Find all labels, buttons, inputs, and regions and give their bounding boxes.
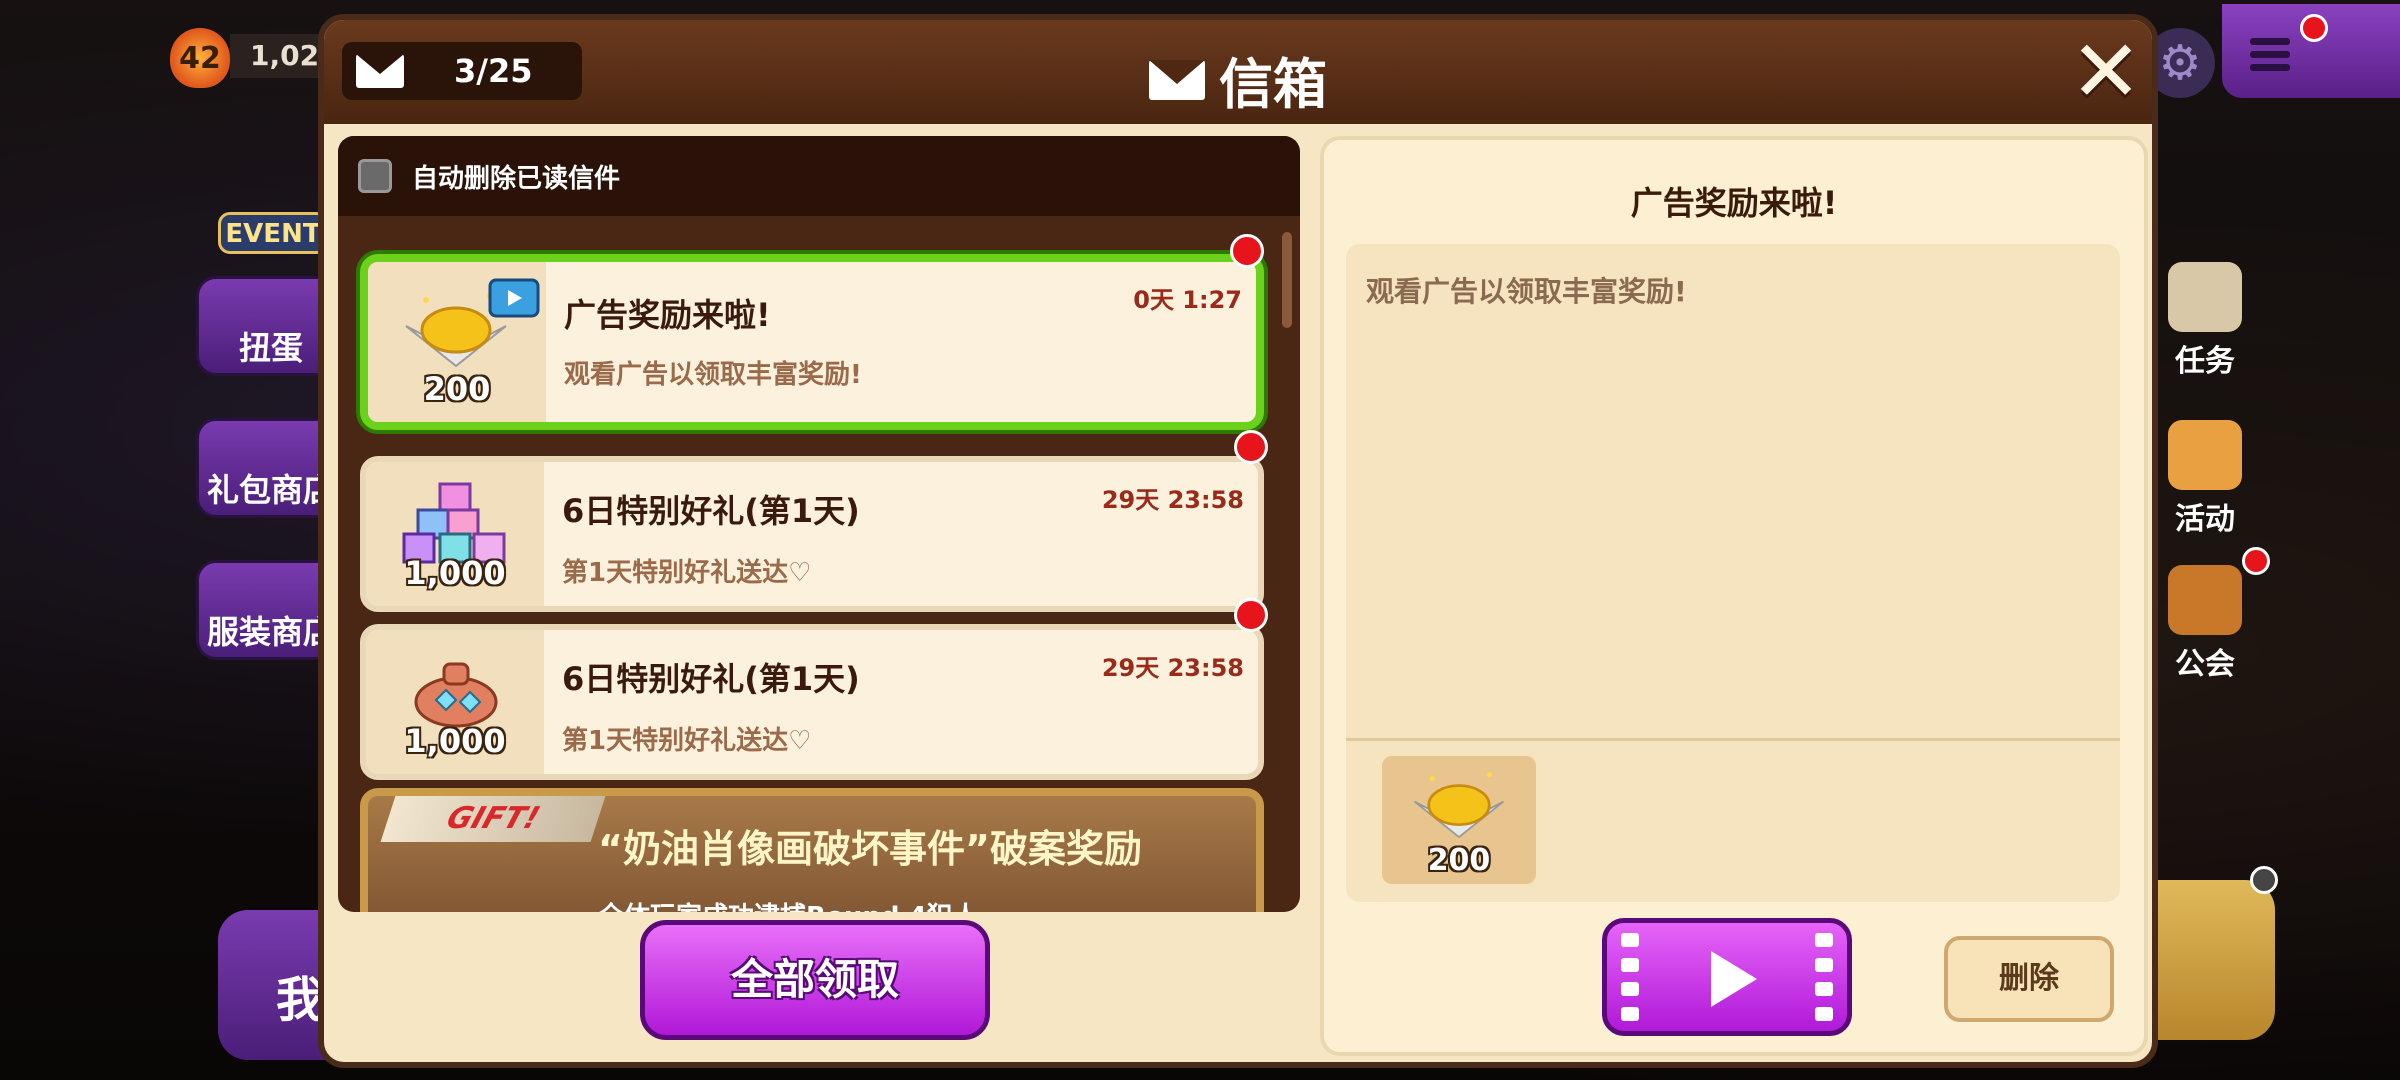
close-icon[interactable]: ✕ bbox=[2070, 29, 2142, 115]
mail-expiry: 0天 1:27 bbox=[1133, 286, 1242, 314]
gift-subtitle: 全体玩家成功逮捕Round 4犯人, bbox=[598, 896, 989, 912]
detail-text: 观看广告以领取丰富奖励! bbox=[1366, 275, 1687, 308]
mail-subtitle: 观看广告以领取丰富奖励! bbox=[564, 360, 862, 390]
mail-thumbnail: 1,000 bbox=[366, 462, 544, 606]
unread-dot bbox=[1234, 430, 1268, 464]
gift-title: “奶油肖像画破坏事件”破案奖励 bbox=[598, 827, 1142, 871]
mail-expiry: 29天 23:58 bbox=[1101, 654, 1244, 682]
hamburger-icon bbox=[2250, 38, 2290, 77]
detail-body: 观看广告以领取丰富奖励! 200 bbox=[1346, 244, 2120, 902]
envelope-icon bbox=[1149, 59, 1205, 100]
unread-dot bbox=[1234, 598, 1268, 632]
mail-expiry: 29天 23:58 bbox=[1101, 486, 1244, 514]
mail-item-special-gift-1[interactable]: 1,000 6日特别好礼(第1天) 第1天特别好礼送达♡ 29天 23:58 bbox=[360, 456, 1264, 612]
gacha-label: 扭蛋 bbox=[238, 329, 303, 367]
mail-amount: 1,000 bbox=[404, 722, 506, 760]
auto-delete-label: 自动删除已读信件 bbox=[412, 163, 621, 194]
mail-subtitle: 第1天特别好礼送达♡ bbox=[562, 726, 812, 756]
mailbox-title-text: 信箱 bbox=[1219, 53, 1327, 116]
mail-thumbnail: 1,000 bbox=[366, 630, 544, 774]
event-button[interactable]: 活动 bbox=[2150, 420, 2260, 537]
player-level-badge: 42 bbox=[170, 28, 230, 88]
right-bottom-button[interactable] bbox=[2150, 866, 2278, 1040]
mail-title: 6日特别好礼(第1天) bbox=[562, 660, 860, 698]
unread-dot bbox=[1230, 234, 1264, 268]
costume-shop-label: 服装商店 bbox=[206, 613, 335, 651]
crystal-bag-icon bbox=[414, 662, 498, 728]
guild-button[interactable]: 公会 bbox=[2150, 547, 2270, 682]
detail-title: 广告奖励来啦! bbox=[1630, 184, 1838, 222]
event-label: 活动 bbox=[2175, 502, 2235, 537]
quest-button[interactable]: 任务 bbox=[2150, 262, 2260, 379]
watch-ad-button[interactable] bbox=[1602, 918, 1852, 1036]
mailbox-title: 信箱 bbox=[324, 40, 2152, 119]
mail-title: 广告奖励来啦! bbox=[564, 296, 771, 334]
gold-pile-icon bbox=[1414, 772, 1504, 839]
guild-notification-dot bbox=[2242, 547, 2270, 575]
notification-dot bbox=[2300, 14, 2328, 42]
mail-item-ad-reward[interactable]: 200 广告奖励来啦! 观看广告以领取丰富奖励! 0天 1:27 bbox=[360, 254, 1264, 430]
menu-button[interactable] bbox=[2222, 4, 2400, 98]
quest-clipboard-icon bbox=[2168, 262, 2242, 332]
mail-item-gift-banner[interactable]: GIFT! “奶油肖像画破坏事件”破案奖励 全体玩家成功逮捕Round 4犯人, bbox=[360, 788, 1264, 912]
mail-amount: 200 bbox=[423, 370, 491, 408]
play-icon bbox=[1711, 951, 1757, 1007]
detail-divider bbox=[1346, 738, 2120, 741]
reward-amount: 200 bbox=[1427, 843, 1491, 878]
event-tag: EVENT bbox=[218, 212, 328, 254]
film-strip-icon bbox=[1815, 933, 1837, 1021]
delete-button[interactable]: 删除 bbox=[1944, 936, 2114, 1022]
right-bottom-dot bbox=[2250, 866, 2278, 894]
mailbox-dialog: 3/25 信箱 ✕ 自动删除已读信件 200 广告奖励来啦! 观看广告以领取丰富… bbox=[318, 14, 2158, 1068]
mail-subtitle: 第1天特别好礼送达♡ bbox=[562, 558, 812, 588]
gift-clock-icon bbox=[2168, 420, 2242, 490]
film-strip-icon bbox=[1621, 933, 1643, 1021]
reward-item: 200 bbox=[1382, 756, 1536, 884]
claim-all-button[interactable]: 全部领取 bbox=[640, 920, 990, 1040]
gift-ribbon: GIFT! bbox=[380, 796, 606, 842]
mail-item-special-gift-2[interactable]: 1,000 6日特别好礼(第1天) 第1天特别好礼送达♡ 29天 23:58 bbox=[360, 624, 1264, 780]
main-play-label: 我 bbox=[276, 972, 325, 1028]
mail-thumbnail: 200 bbox=[368, 262, 546, 422]
mail-list-panel: 自动删除已读信件 200 广告奖励来啦! 观看广告以领取丰富奖励! 0天 1:2… bbox=[338, 136, 1300, 912]
auto-delete-checkbox[interactable] bbox=[358, 159, 392, 193]
auto-delete-row[interactable]: 自动删除已读信件 bbox=[338, 136, 1300, 216]
mail-amount: 1,000 bbox=[404, 554, 506, 592]
guild-label: 公会 bbox=[2175, 647, 2235, 682]
mail-list-scrollbar[interactable] bbox=[1282, 232, 1292, 328]
video-icon bbox=[488, 278, 540, 318]
mail-title: 6日特别好礼(第1天) bbox=[562, 492, 860, 530]
package-shop-label: 礼包商店 bbox=[206, 471, 335, 509]
mailbox-header: 3/25 信箱 ✕ bbox=[324, 20, 2152, 124]
guild-shield-icon bbox=[2168, 565, 2242, 635]
quest-label: 任务 bbox=[2175, 344, 2235, 379]
